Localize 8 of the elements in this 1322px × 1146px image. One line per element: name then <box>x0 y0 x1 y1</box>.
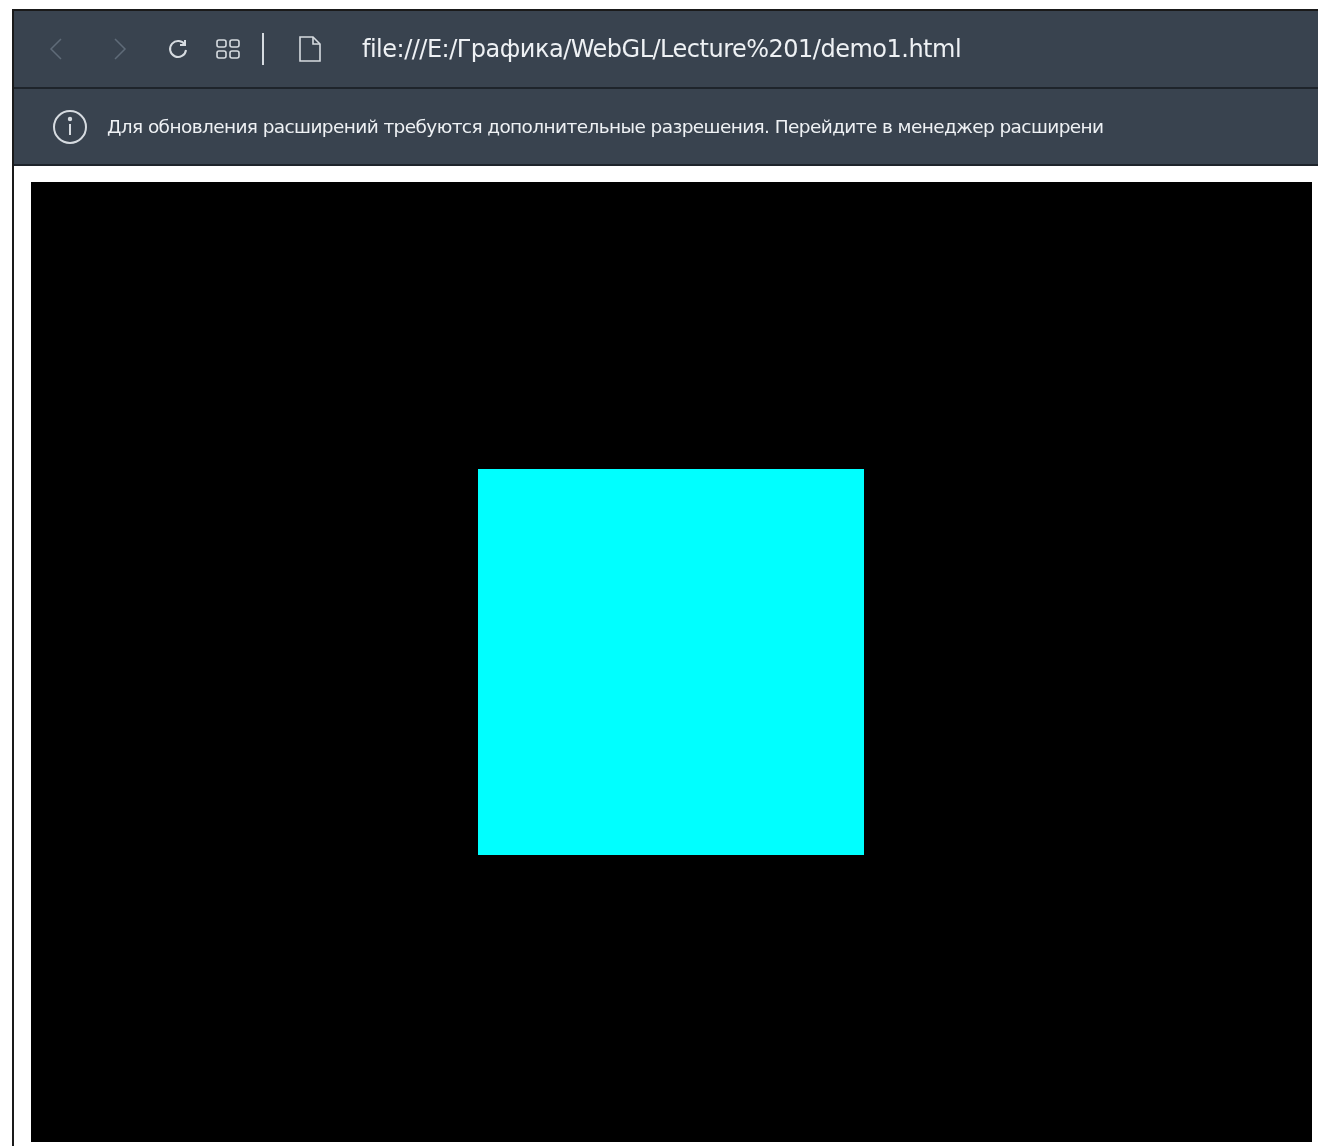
info-message: Для обновления расширений требуются дополнительные разрешения. Перейдите в менеджер расширени <box>107 114 1104 139</box>
grid-icon <box>216 39 240 59</box>
info-icon <box>52 108 88 145</box>
page-icon <box>298 35 322 63</box>
chevron-right-icon <box>113 37 127 61</box>
reload-icon <box>166 37 190 61</box>
chevron-left-icon <box>49 37 63 61</box>
url-text[interactable]: file:///E:/Графика/WebGL/Lecture%201/demo1.html <box>362 31 962 67</box>
